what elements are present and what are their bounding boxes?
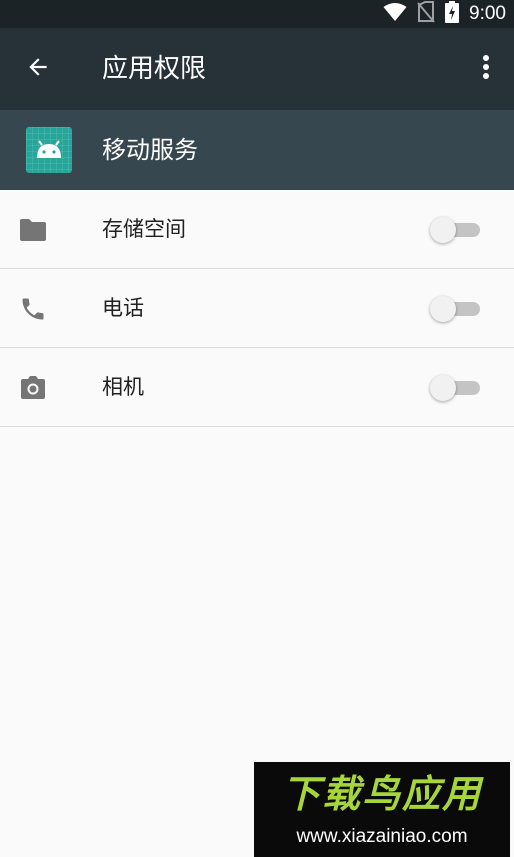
permission-list: 存储空间 电话 相机 — [0, 190, 514, 427]
more-vert-icon — [482, 54, 490, 84]
permission-label: 存储空间 — [102, 217, 186, 241]
camera-icon — [17, 372, 49, 404]
page-title: 应用权限 — [102, 54, 207, 84]
app-bar: 应用权限 — [0, 28, 514, 110]
status-bar: 9:00 — [0, 0, 514, 28]
no-sim-icon — [417, 1, 435, 27]
android-icon — [26, 127, 72, 173]
phone-permission-toggle[interactable] — [430, 295, 482, 322]
camera-permission-toggle[interactable] — [430, 374, 482, 401]
app-name: 移动服务 — [102, 136, 198, 164]
folder-icon — [17, 214, 49, 246]
back-button[interactable] — [18, 49, 58, 89]
watermark: 下载鸟应用 www.xiazainiao.com — [254, 762, 510, 857]
watermark-logo: 下载鸟应用 — [281, 772, 482, 816]
permission-label: 相机 — [102, 375, 144, 399]
battery-charging-icon — [445, 1, 460, 27]
phone-icon — [17, 293, 49, 325]
status-icons: 9:00 — [383, 0, 506, 28]
status-time: 9:00 — [469, 3, 506, 24]
arrow-back-icon — [25, 54, 51, 84]
permission-row-phone[interactable]: 电话 — [0, 269, 514, 348]
permission-row-storage[interactable]: 存储空间 — [0, 190, 514, 269]
more-options-button[interactable] — [472, 49, 500, 89]
storage-permission-toggle[interactable] — [430, 216, 482, 243]
wifi-icon — [383, 2, 407, 26]
permission-row-camera[interactable]: 相机 — [0, 348, 514, 427]
permission-label: 电话 — [102, 296, 144, 320]
watermark-url: www.xiazainiao.com — [296, 826, 468, 847]
app-header: 移动服务 — [0, 110, 514, 190]
